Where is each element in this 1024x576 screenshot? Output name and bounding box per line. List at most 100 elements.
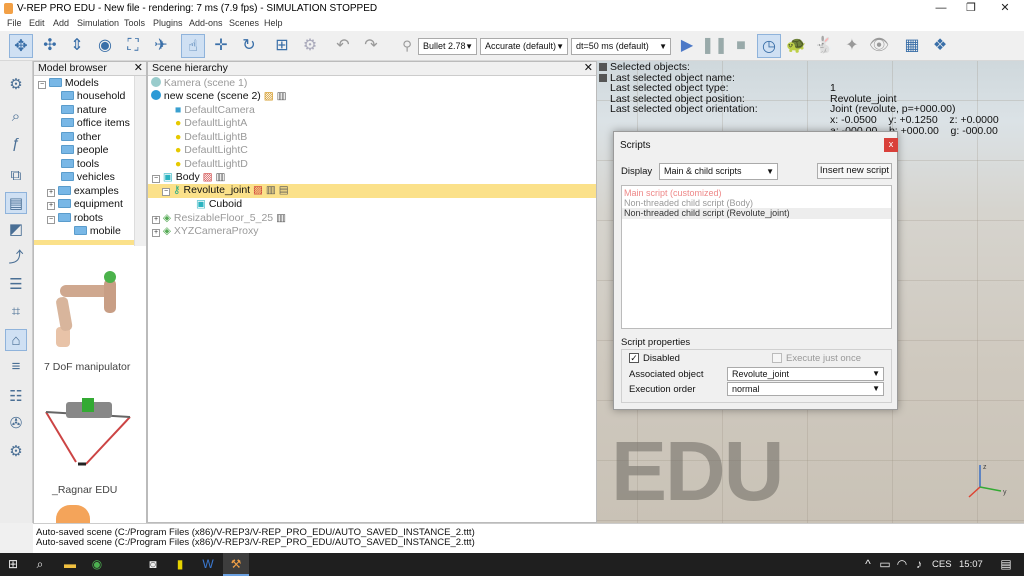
speed-down-icon[interactable]: 🐢 [784,34,808,58]
script-icon[interactable]: ▨ [253,184,263,196]
vrep-app-icon[interactable]: ⚒ [228,556,244,572]
script-icon[interactable]: ▥ [276,212,286,224]
collapse-icon[interactable]: − [47,216,55,224]
undo-icon[interactable]: ↶ [331,34,355,58]
video-recorder-icon[interactable]: ✇ [5,413,27,435]
tree-item[interactable]: ▣ Cuboid [196,198,242,211]
menu-addons[interactable]: Add-ons [189,18,223,28]
transfer-dna-icon[interactable]: ⚙ [298,34,322,58]
scene-item[interactable]: Kamera (scene 1) [151,77,247,90]
path-edit-icon[interactable]: ⤴ [5,247,27,269]
wifi-icon[interactable]: ◠ [894,556,910,572]
menu-simulation[interactable]: Simulation [77,18,119,28]
file-explorer-icon[interactable]: ▬ [62,556,78,572]
layers-icon[interactable]: ❖ [928,34,952,58]
menu-add[interactable]: Add [53,18,69,28]
menu-tools[interactable]: Tools [124,18,145,28]
dialog-close-button[interactable]: x [884,138,898,152]
menu-file[interactable]: File [7,18,22,28]
script-icon[interactable]: ▨ [264,90,274,102]
timestep-select[interactable]: dt=50 ms (default) ▼ [571,38,671,55]
word-icon[interactable]: W [200,556,216,572]
script-icon[interactable]: ▤ [279,184,289,196]
accuracy-select[interactable]: Accurate (default) ▼ [480,38,568,55]
tree-item[interactable]: ■ DefaultCamera [175,104,255,117]
associated-object-select[interactable]: Revolute_joint ▼ [727,367,884,381]
info-toggle-icon[interactable] [599,74,607,82]
script-list-item-selected[interactable]: Non-threaded child script (Revolute_join… [624,208,790,218]
tree-item[interactable]: nature [61,104,107,117]
tree-item-selected[interactable]: − ⚷ Revolute_joint ▨ ▥ ▤ [162,184,289,197]
tree-item[interactable]: + ◈ ResizableFloor_5_25 ▥ [152,212,286,225]
camera-app-icon[interactable]: ◙ [145,556,161,572]
calculation-modules-icon[interactable]: ƒ [5,133,27,155]
scripts-icon[interactable]: ▤ [5,192,27,214]
redo-icon[interactable]: ↷ [359,34,383,58]
tree-item[interactable]: + examples [47,185,119,198]
tree-item[interactable]: household [61,90,125,103]
minimize-button[interactable]: — [926,0,956,17]
tree-item[interactable]: − Models [38,77,99,90]
tree-item[interactable]: ● DefaultLightC [175,144,248,157]
object-rotate-icon[interactable]: ↻ [237,34,261,58]
windows-start-icon[interactable]: ⊞ [5,556,21,572]
selection-icon[interactable]: ☰ [5,274,27,296]
speed-up-icon[interactable]: 🐇 [812,34,836,58]
close-button[interactable]: ✕ [990,0,1020,17]
tree-item[interactable]: tools [61,158,99,171]
dynamics-icon[interactable]: ⚲ [395,34,419,58]
collapse-icon[interactable]: − [38,81,46,89]
tree-item[interactable]: + ◈ XYZCameraProxy [152,225,259,238]
manipulator-thumbnail[interactable] [42,257,132,357]
script-list-item[interactable]: Non-threaded child script (Body) [624,198,753,208]
expand-icon[interactable]: + [152,229,160,237]
notes-app-icon[interactable]: ▮ [172,556,188,572]
assemble-icon[interactable]: ⊞ [270,34,294,58]
threaded-rendering-icon[interactable]: ✦ [840,34,864,58]
maximize-button[interactable]: ❐ [956,0,986,17]
tree-item[interactable]: ● DefaultLightB [175,131,247,144]
menu-help[interactable]: Help [264,18,283,28]
camera-pan-icon[interactable]: ✥ [9,34,33,58]
execute-once-checkbox[interactable] [772,353,782,363]
tree-item[interactable]: − robots [47,212,103,225]
tree-item[interactable]: − ▣ Body ▨ ▥ [152,171,225,184]
pause-icon[interactable]: ❚❚ [701,34,728,58]
camera-fly-icon[interactable]: ✈ [149,34,173,58]
script-icon[interactable]: ▨ [203,171,213,183]
collapse-icon[interactable]: − [152,175,160,183]
search-icon[interactable]: ⌕ [32,556,48,572]
tree-item[interactable]: vehicles [61,171,115,184]
model-browser-icon[interactable]: ⌗ [5,301,27,323]
script-icon[interactable]: ▥ [215,171,225,183]
execution-order-select[interactable]: normal ▼ [727,382,884,396]
tree-item[interactable]: ● DefaultLightA [175,117,247,130]
tree-item[interactable]: ● DefaultLightD [175,158,248,171]
realtime-icon[interactable]: ◷ [757,34,781,58]
disabled-checkbox[interactable]: ✓ [629,353,639,363]
shape-edit-icon[interactable]: ◩ [5,219,27,241]
play-icon[interactable]: ▶ [675,34,699,58]
physics-engine-select[interactable]: Bullet 2.78 ▼ [418,38,477,55]
close-icon[interactable]: ✕ [584,62,593,75]
object-shift-icon[interactable]: ✛ [209,34,233,58]
scene-pages-icon[interactable]: ▦ [900,34,924,58]
notifications-icon[interactable]: ▤ [998,556,1014,572]
script-icon[interactable]: ▥ [266,184,276,196]
tree-scrollbar[interactable] [134,76,146,246]
info-toggle-icon[interactable] [599,63,607,71]
camera-shift-icon[interactable]: ⇕ [65,34,89,58]
search-icon[interactable]: ⌕ [5,106,27,128]
display-select[interactable]: Main & child scripts ▼ [659,163,778,180]
layers-list-icon[interactable]: ☷ [5,386,27,408]
simulation-settings-icon[interactable]: ⚙ [5,74,27,96]
click-select-icon[interactable]: ☝ [181,34,205,58]
tree-item[interactable]: mobile [74,225,121,238]
tree-item[interactable]: people [61,144,108,157]
tree-item[interactable]: office items [61,117,130,130]
fit-to-view-icon[interactable]: ⛶ [121,34,145,58]
menu-edit[interactable]: Edit [29,18,45,28]
user-settings-icon[interactable]: ⚙ [5,441,27,463]
script-icon[interactable]: ▥ [277,90,287,102]
menu-plugins[interactable]: Plugins [153,18,183,28]
